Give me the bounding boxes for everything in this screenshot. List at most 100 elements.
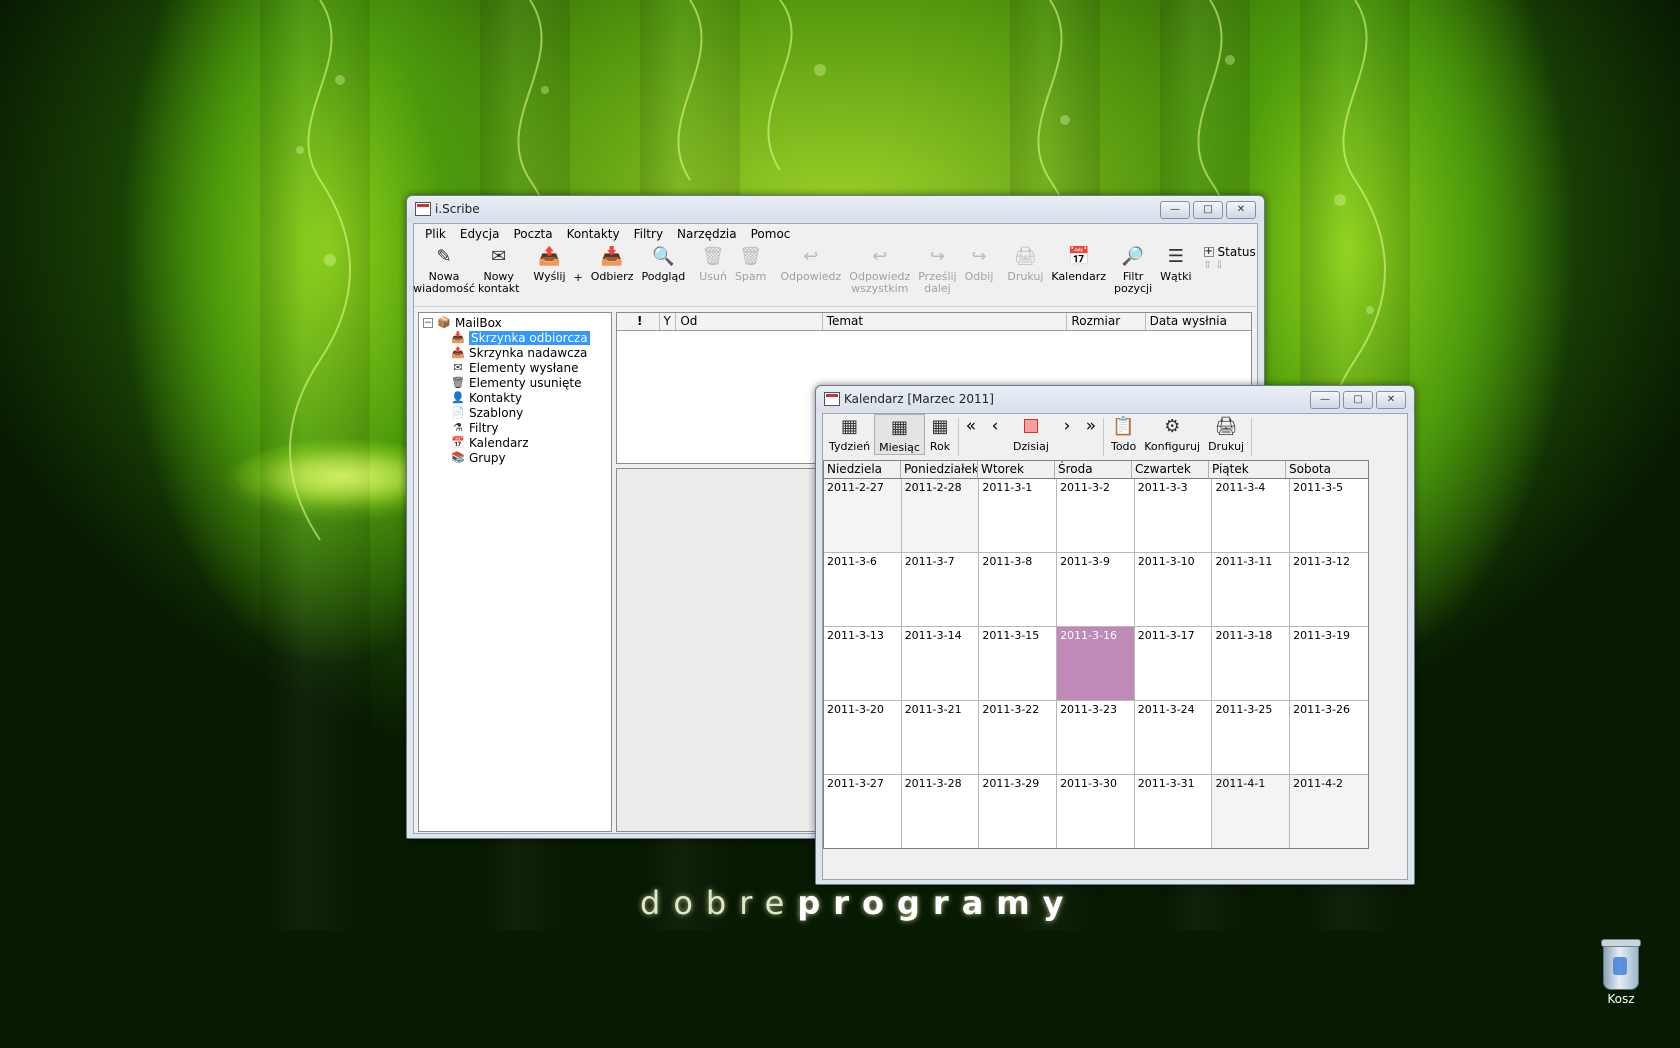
- calendar-day-cell[interactable]: 2011-3-31: [1134, 775, 1213, 848]
- column-size[interactable]: Rozmiar: [1067, 313, 1146, 330]
- today-marker-icon[interactable]: [1023, 419, 1038, 433]
- tree-item-contacts[interactable]: 👤 Kontakty: [423, 390, 611, 405]
- calendar-day-cell[interactable]: 2011-2-28: [901, 479, 980, 552]
- column-flag[interactable]: Y: [660, 313, 677, 330]
- calendar-day-cell[interactable]: 2011-3-28: [901, 775, 980, 848]
- calendar-day-cell[interactable]: 2011-2-27: [824, 479, 902, 552]
- calendar-day-cell[interactable]: 2011-3-22: [979, 701, 1058, 774]
- desktop-icon-recycle-bin[interactable]: Kosz: [1586, 939, 1656, 1006]
- last-button[interactable]: »: [1082, 418, 1100, 435]
- menu-plik[interactable]: Plik: [418, 224, 453, 244]
- calendar-day-cell[interactable]: 2011-4-1: [1212, 775, 1291, 848]
- mail-window-titlebar[interactable]: i.Scribe — □ ✕: [407, 196, 1264, 222]
- calendar-day-cell[interactable]: 2011-3-21: [901, 701, 980, 774]
- message-list-header: ! Y Od Temat Rozmiar Data wysłnia: [617, 313, 1251, 331]
- menu-narzedzia[interactable]: Narzędzia: [670, 224, 744, 244]
- menu-pomoc[interactable]: Pomoc: [744, 224, 798, 244]
- tree-item-inbox[interactable]: 📥 Skrzynka odbiorcza: [423, 330, 611, 345]
- print-button[interactable]: 🖨 Drukuj: [1003, 244, 1047, 283]
- status-panel[interactable]: + Status ⇧ ⇩: [1202, 244, 1260, 272]
- calendar-window-titlebar[interactable]: Kalendarz [Marzec 2011] — □ ✕: [816, 386, 1414, 412]
- tree-item-groups[interactable]: 📚 Grupy: [423, 450, 611, 465]
- menu-kontakty[interactable]: Kontakty: [560, 224, 627, 244]
- calendar-day-cell[interactable]: 2011-3-7: [901, 553, 980, 626]
- close-button[interactable]: ✕: [1226, 201, 1256, 219]
- configure-button[interactable]: ⚙ Konfiguruj: [1140, 414, 1204, 453]
- minimize-button[interactable]: —: [1310, 391, 1340, 409]
- calendar-day-cell[interactable]: 2011-3-5: [1290, 479, 1368, 552]
- calendar-day-cell[interactable]: 2011-3-2: [1057, 479, 1135, 552]
- calendar-day-cell[interactable]: 2011-3-9: [1057, 553, 1135, 626]
- threads-button[interactable]: ☰ Wątki: [1156, 244, 1195, 283]
- prev-button[interactable]: ‹: [986, 418, 1004, 435]
- week-view-button[interactable]: ▦ Tydzień: [825, 414, 874, 453]
- printer-icon: 🖨: [1214, 416, 1238, 437]
- tree-item-calendar[interactable]: 📅 Kalendarz: [423, 435, 611, 450]
- close-button[interactable]: ✕: [1376, 391, 1406, 409]
- tree-item-templates[interactable]: 📄 Szablony: [423, 405, 611, 420]
- tree-item-outbox[interactable]: 📤 Skrzynka nadawcza: [423, 345, 611, 360]
- reply-button[interactable]: ↩ Odpowiedz: [776, 244, 845, 283]
- delete-button[interactable]: 🗑 Usuń: [695, 244, 731, 283]
- new-message-button[interactable]: ✎ Nowa wiadomość: [413, 244, 475, 295]
- first-button[interactable]: «: [962, 418, 980, 435]
- tree-item-filters[interactable]: ⚗ Filtry: [423, 420, 611, 435]
- column-date[interactable]: Data wysłnia: [1146, 313, 1251, 330]
- calendar-day-cell[interactable]: 2011-3-3: [1134, 479, 1213, 552]
- send-button[interactable]: 📤 Wyślij: [529, 244, 569, 283]
- calendar-day-cell[interactable]: 2011-3-4: [1212, 479, 1291, 552]
- maximize-button[interactable]: □: [1193, 201, 1223, 219]
- minimize-button[interactable]: —: [1160, 201, 1190, 219]
- menu-edycja[interactable]: Edycja: [453, 224, 507, 244]
- calendar-day-cell[interactable]: 2011-3-18: [1212, 627, 1291, 700]
- calendar-day-cell[interactable]: 2011-3-16: [1057, 627, 1135, 700]
- menu-poczta[interactable]: Poczta: [506, 224, 559, 244]
- calendar-day-cell[interactable]: 2011-3-17: [1134, 627, 1213, 700]
- todo-button[interactable]: 📋 Todo: [1107, 414, 1140, 453]
- calendar-day-cell[interactable]: 2011-3-8: [979, 553, 1058, 626]
- calendar-day-cell[interactable]: 2011-3-15: [979, 627, 1058, 700]
- calendar-day-cell[interactable]: 2011-3-11: [1212, 553, 1291, 626]
- maximize-button[interactable]: □: [1343, 391, 1373, 409]
- calendar-window: Kalendarz [Marzec 2011] — □ ✕ ▦ Tydzień ▦…: [815, 385, 1415, 885]
- new-contact-button[interactable]: ✉ Nowy kontakt: [474, 244, 523, 295]
- bounce-button[interactable]: ↪ Odbij: [961, 244, 998, 283]
- column-subject[interactable]: Temat: [823, 313, 1068, 330]
- filter-button[interactable]: 🔎 Filtr pozycji: [1110, 244, 1156, 295]
- preview-button[interactable]: 🔍 Podgląd: [637, 244, 689, 283]
- reply-all-button[interactable]: ↩ Odpowiedz wszystkim: [845, 244, 914, 295]
- forward-button[interactable]: ↪ Prześlij dalej: [914, 244, 960, 295]
- calendar-day-cell[interactable]: 2011-3-23: [1057, 701, 1135, 774]
- menu-filtry[interactable]: Filtry: [627, 224, 670, 244]
- month-view-button[interactable]: ▦ Miesiąc: [874, 414, 925, 455]
- calendar-day-cell[interactable]: 2011-3-12: [1290, 553, 1368, 626]
- calendar-day-cell[interactable]: 2011-3-26: [1290, 701, 1368, 774]
- calendar-day-cell[interactable]: 2011-3-25: [1212, 701, 1291, 774]
- calendar-day-cell[interactable]: 2011-3-27: [824, 775, 902, 848]
- print-button[interactable]: 🖨 Drukuj: [1204, 414, 1248, 453]
- calendar-day-cell[interactable]: 2011-3-14: [901, 627, 980, 700]
- tree-item-deleted[interactable]: 🗑 Elementy usunięte: [423, 375, 611, 390]
- calendar-day-cell[interactable]: 2011-3-20: [824, 701, 902, 774]
- calendar-day-cell[interactable]: 2011-4-2: [1290, 775, 1368, 848]
- today-button[interactable]: Dzisiaj: [1013, 441, 1049, 453]
- tree-item-sent[interactable]: ✉ Elementy wysłane: [423, 360, 611, 375]
- column-priority[interactable]: !: [617, 313, 660, 330]
- calendar-day-cell[interactable]: 2011-3-6: [824, 553, 902, 626]
- calendar-day-cell[interactable]: 2011-3-19: [1290, 627, 1368, 700]
- calendar-day-cell[interactable]: 2011-3-1: [979, 479, 1058, 552]
- calendar-day-cell[interactable]: 2011-3-29: [979, 775, 1058, 848]
- calendar-day-cell[interactable]: 2011-3-10: [1134, 553, 1213, 626]
- receive-button[interactable]: 📥 Odbierz: [587, 244, 638, 283]
- spam-button[interactable]: 🗑 Spam: [731, 244, 770, 283]
- calendar-day-cell[interactable]: 2011-3-13: [824, 627, 902, 700]
- calendar-day-cell[interactable]: 2011-3-30: [1057, 775, 1135, 848]
- next-button[interactable]: ›: [1058, 418, 1076, 435]
- year-view-button[interactable]: ▦ Rok: [925, 414, 955, 453]
- send-options-button[interactable]: +: [570, 244, 587, 284]
- pencil-icon: ✎: [436, 246, 452, 267]
- column-from[interactable]: Od: [676, 313, 823, 330]
- calendar-button[interactable]: 📅 Kalendarz: [1047, 244, 1110, 283]
- calendar-day-cell[interactable]: 2011-3-24: [1134, 701, 1213, 774]
- tree-item-mailbox[interactable]: − 📦 MailBox: [423, 315, 611, 330]
